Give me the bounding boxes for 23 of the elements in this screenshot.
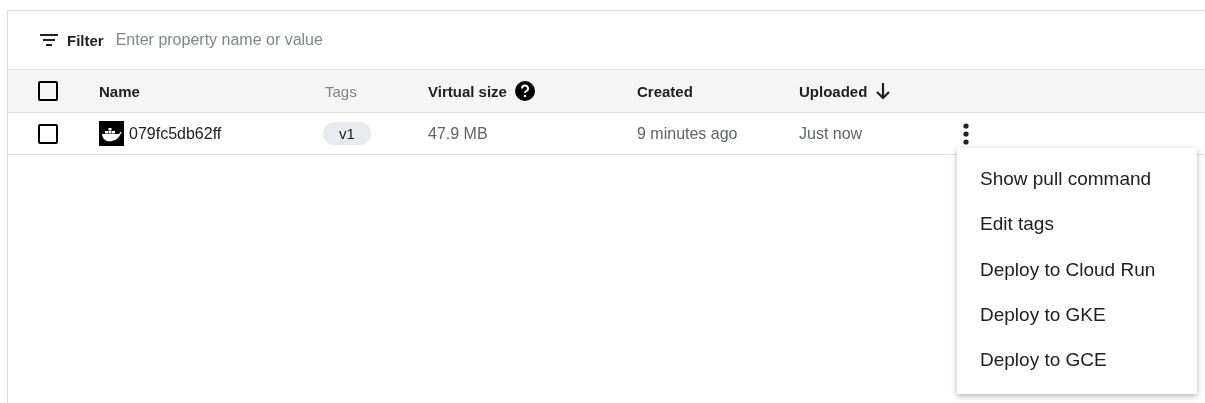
table-cell: 9 minutes ago: [637, 124, 738, 142]
row-checkbox[interactable]: [38, 123, 58, 144]
column-header[interactable]: Uploaded: [799, 82, 868, 100]
column-header[interactable]: Virtual size: [428, 82, 507, 100]
table-cell: 47.9 MB: [428, 124, 488, 142]
table-cell: Just now: [799, 124, 863, 142]
sort-arrow-icon[interactable]: [875, 82, 892, 100]
filter-icon[interactable]: [39, 33, 59, 47]
filter-label: Filter: [67, 31, 104, 49]
tag-chip[interactable]: v1: [323, 121, 371, 145]
select-all-checkbox[interactable]: [38, 81, 58, 101]
image-name-link[interactable]: 079fc5db62ff: [129, 124, 222, 143]
whale-icon: [99, 121, 124, 146]
column-header[interactable]: Name: [99, 82, 140, 100]
more-options-icon[interactable]: [963, 122, 969, 145]
help-icon[interactable]: [514, 81, 535, 101]
column-header: Tags: [325, 82, 357, 100]
menu-item[interactable]: Deploy to Cloud Run: [957, 246, 1197, 292]
menu-item[interactable]: Show pull command: [957, 156, 1197, 202]
menu-item[interactable]: Deploy to GCE: [957, 337, 1197, 383]
column-header[interactable]: Created: [637, 82, 693, 100]
menu-item[interactable]: Deploy to GKE: [957, 291, 1197, 338]
menu-item[interactable]: Edit tags: [957, 201, 1197, 247]
